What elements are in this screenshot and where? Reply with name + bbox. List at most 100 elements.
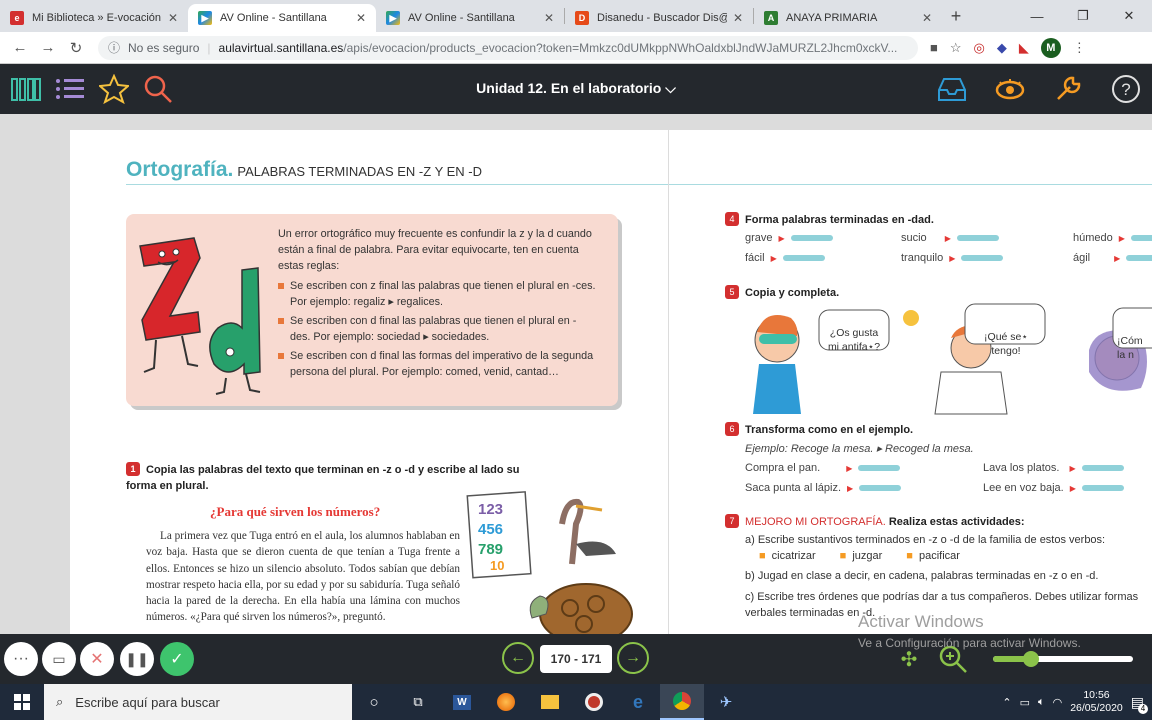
svg-text:456: 456 [478, 521, 503, 538]
browser-tab[interactable]: ▶ AV Online - Santillana ✕ [376, 4, 564, 32]
activity-b: b) Jugad en clase a decir, en cadena, pa… [745, 570, 1099, 582]
close-icon[interactable]: ✕ [733, 11, 743, 25]
extension-icon[interactable]: ◆ [997, 40, 1007, 56]
help-icon[interactable]: ? [1108, 71, 1144, 107]
volume-icon[interactable]: 🔈︎ [1038, 696, 1045, 709]
play-icon: ▶ [198, 11, 212, 25]
pause-icon[interactable]: ❚❚ [120, 642, 154, 676]
exercise-5: 5 Copia y completa. [725, 285, 839, 299]
media-icon[interactable] [572, 684, 616, 720]
taskbar-search[interactable]: ⌕ Escribe aquí para buscar [44, 684, 352, 720]
present-icon[interactable]: ▭ [42, 642, 76, 676]
windows-start-icon[interactable] [0, 684, 44, 720]
toolbar-right: ? [926, 71, 1144, 107]
browser-tabstrip: e Mi Biblioteca » E-vocación ✕ ▶ AV Onli… [0, 0, 1152, 32]
rule-item: Se escriben con d final las palabras que… [278, 313, 596, 345]
insecure-label: No es seguro [128, 40, 200, 55]
url-bar[interactable]: ⓘ No es seguro | aulavirtual.santillana.… [98, 35, 918, 60]
svg-text:123: 123 [478, 501, 503, 518]
svg-text:10: 10 [490, 558, 504, 573]
browser-tab[interactable]: A ANAYA PRIMARIA ✕ [754, 4, 942, 32]
word-row: grave ▶ [745, 232, 833, 244]
page-title: Ortografía. PALABRAS TERMINADAS EN -Z Y E… [126, 158, 483, 181]
close-icon[interactable]: ✕ [356, 11, 366, 25]
browser-tab-active[interactable]: ▶ AV Online - Santillana ✕ [188, 4, 376, 32]
restore-icon[interactable]: ❐ [1060, 0, 1106, 32]
browser-tab[interactable]: e Mi Biblioteca » E-vocación ✕ [0, 4, 188, 32]
app-icon[interactable]: ✈ [704, 684, 748, 720]
battery-icon[interactable]: ▭ [1020, 696, 1030, 709]
new-tab-button[interactable]: + [942, 6, 970, 27]
book-viewer[interactable]: Ortografía. PALABRAS TERMINADAS EN -Z Y E… [0, 114, 1152, 634]
activity-a-words: ■ cicatrizar ■ juzgar ■ pacificar [759, 550, 960, 562]
close-icon[interactable]: ✕ [922, 11, 932, 25]
eye-icon[interactable] [992, 71, 1028, 107]
exercise-number: 1 [126, 462, 140, 476]
page-indicator[interactable]: 170 - 171 [540, 645, 612, 673]
d-logo-icon: D [575, 11, 589, 25]
notifications-icon[interactable]: ▤ 4 [1131, 694, 1148, 714]
back-icon[interactable]: ← [6, 39, 34, 56]
numbers-bird-illustration: 123 456 789 10 [466, 491, 633, 634]
zoom-slider-handle[interactable] [1022, 651, 1039, 667]
avatar[interactable]: M [1040, 37, 1061, 58]
word-icon[interactable]: W [440, 684, 484, 720]
browser-tab[interactable]: D Disanedu - Buscador Dis@ ✕ [565, 4, 753, 32]
close-icon[interactable]: ✕ [544, 11, 554, 25]
chat-icon[interactable]: ··· [4, 642, 38, 676]
task-view-icon[interactable]: ⧉ [396, 684, 440, 720]
close-icon[interactable]: ✕ [168, 11, 178, 25]
close-window-icon[interactable]: ✕ [1106, 0, 1152, 32]
clock[interactable]: 10:56 26/05/2020 [1070, 689, 1123, 715]
menu-icon[interactable]: ⋮ [1073, 40, 1086, 56]
camera-icon[interactable]: ■ [930, 40, 938, 55]
chevron-up-icon[interactable]: ⌃ [1002, 696, 1011, 709]
transform-row: Lee en voz baja. ▶ [983, 482, 1124, 494]
pdf-extension-icon[interactable]: ◣ [1019, 40, 1029, 56]
window-controls: — ❐ ✕ [1014, 0, 1152, 32]
star-icon[interactable]: ☆ [950, 40, 962, 56]
transform-row: Compra el pan. ▶ [745, 462, 901, 474]
word-row: tranquilo ▶ [901, 252, 1004, 264]
edge-icon[interactable]: e [616, 684, 660, 720]
tab-title: ANAYA PRIMARIA [786, 12, 878, 24]
exercise-6: 6 Transforma como en el ejemplo. [725, 422, 913, 436]
rules-box: Un error ortográfico muy frecuente es co… [126, 214, 618, 406]
zoom-slider[interactable] [993, 651, 1133, 667]
wrench-icon[interactable] [1050, 71, 1086, 107]
rules-text: Un error ortográfico muy frecuente es co… [278, 226, 596, 383]
tab-title: AV Online - Santillana [220, 12, 327, 24]
check-icon[interactable]: ✓ [160, 642, 194, 676]
info-icon[interactable]: ⓘ [108, 39, 120, 56]
chrome-icon[interactable] [660, 684, 704, 720]
wifi-icon[interactable]: ◠ [1053, 696, 1063, 709]
firefox-icon[interactable] [484, 684, 528, 720]
windows-watermark-sub: Ve a Configuración para activar Windows. [858, 636, 1081, 650]
transform-row: Saca punta al lápiz. ▶ [745, 482, 902, 494]
play-icon: ▶ [386, 11, 400, 25]
file-explorer-icon[interactable] [528, 684, 572, 720]
next-page-icon[interactable]: → [617, 642, 649, 674]
reload-icon[interactable]: ↻ [62, 39, 90, 57]
word-row: ágil ▶ [1073, 252, 1152, 264]
inbox-tray-icon[interactable] [934, 71, 970, 107]
extension-icon[interactable]: ◎ [974, 40, 985, 56]
word-row: húmedo ▶ [1073, 232, 1152, 244]
cortana-icon[interactable]: ○ [352, 684, 396, 720]
word-row: fácil ▶ [745, 252, 825, 264]
app-toolbar: Unidad 12. En el laboratorio ⌵ ? [0, 64, 1152, 114]
rule-item: Se escriben con d final las formas del i… [278, 348, 596, 380]
url-path: /apis/evocacion/products_evocacion?token… [343, 40, 898, 55]
close-icon[interactable]: ✕ [80, 642, 114, 676]
tab-title: Disanedu - Buscador Dis@ [597, 12, 727, 24]
url-domain: aulavirtual.santillana.es [218, 40, 344, 55]
minimize-icon[interactable]: — [1014, 0, 1060, 32]
forward-icon[interactable]: → [34, 39, 62, 56]
svg-text:?: ? [1121, 80, 1130, 99]
divider [126, 184, 668, 185]
exercise-4: 4 Forma palabras terminadas en -dad. [725, 212, 934, 226]
system-tray: ⌃ ▭ 🔈︎ ◠ 10:56 26/05/2020 ▤ 4 [1002, 689, 1152, 715]
chevron-down-icon[interactable]: ⌵ [665, 80, 676, 96]
prev-page-icon[interactable]: ← [502, 642, 534, 674]
transform-row: Lava los platos. ▶ [983, 462, 1124, 474]
